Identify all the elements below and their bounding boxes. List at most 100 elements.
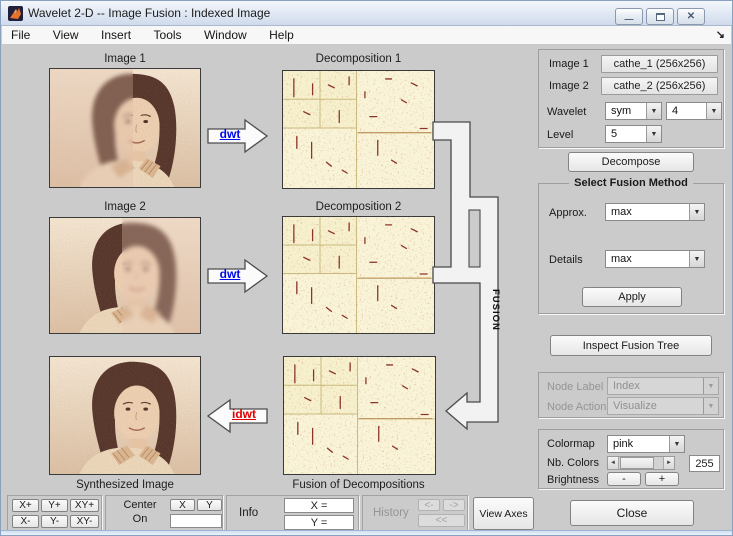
chevron-down-icon[interactable]: ▼ — [689, 204, 704, 220]
decomposition2-axes[interactable] — [282, 216, 435, 334]
chevron-down-icon[interactable]: ▼ — [646, 126, 661, 142]
brightness-label: Brightness — [547, 474, 599, 486]
zoom-y-plus-button[interactable]: Y+ — [41, 499, 68, 512]
fusion-caption: Fusion of Decompositions — [292, 479, 425, 491]
wavelet-family-select[interactable]: sym ▼ — [605, 102, 662, 120]
nb-colors-slider-thumb[interactable] — [620, 457, 654, 469]
fusion-bracket: FUSION — [432, 121, 501, 431]
settings-frame: Image 1 cathe_1 (256x256) Image 2 cathe_… — [538, 49, 724, 148]
decomposition1-axes[interactable] — [282, 70, 435, 189]
center-y-button[interactable]: Y — [197, 499, 222, 511]
image2-name-box[interactable]: cathe_2 (256x256) — [601, 77, 718, 95]
image2-caption: Image 2 — [104, 201, 146, 213]
zoom-xy-plus-button[interactable]: XY+ — [70, 499, 99, 512]
nb-colors-slider-track[interactable] — [619, 457, 663, 469]
info-label: Info — [239, 507, 259, 519]
nb-colors-input[interactable]: 255 — [689, 455, 720, 472]
menu-insert[interactable]: Insert — [92, 26, 140, 42]
chevron-down-icon[interactable]: ▼ — [669, 436, 684, 452]
colormap-select[interactable]: pink ▼ — [607, 435, 685, 453]
panel-image2-label: Image 2 — [549, 80, 589, 92]
brightness-plus-button[interactable]: + — [645, 472, 679, 486]
slider-left-icon[interactable]: ◄ — [608, 457, 619, 469]
history-back-button: <- — [418, 499, 440, 511]
dwt-arrow-2: dwt — [207, 258, 269, 294]
chevron-down-icon[interactable]: ▼ — [689, 251, 704, 267]
level-label: Level — [547, 129, 574, 141]
chevron-down-icon: ▼ — [703, 378, 718, 394]
center-on-input[interactable] — [170, 514, 222, 528]
chevron-down-icon[interactable]: ▼ — [706, 103, 721, 119]
node-frame: Node Label Index ▼ Node Action Visualize… — [538, 372, 724, 418]
node-label-select: Index ▼ — [607, 377, 719, 395]
node-action-select: Visualize ▼ — [607, 397, 719, 415]
window-title: Wavelet 2-D -- Image Fusion : Indexed Im… — [28, 6, 271, 20]
nb-colors-slider[interactable]: ◄ ► — [607, 456, 675, 470]
inspect-fusion-tree-button[interactable]: Inspect Fusion Tree — [550, 335, 712, 356]
idwt-label: idwt — [232, 407, 256, 421]
zoom-xy-minus-button[interactable]: XY- — [70, 515, 99, 528]
decomp2-caption: Decomposition 2 — [315, 201, 402, 213]
slider-right-icon[interactable]: ► — [663, 457, 674, 469]
apply-button[interactable]: Apply — [582, 287, 682, 307]
menu-help[interactable]: Help — [260, 26, 303, 42]
fusion-method-title: Select Fusion Method — [569, 177, 693, 189]
menu-window[interactable]: Window — [195, 26, 256, 42]
chevron-down-icon[interactable]: ▼ — [646, 103, 661, 119]
view-axes-button[interactable]: View Axes — [473, 497, 534, 530]
info-pane: Info X = Y = — [226, 495, 359, 531]
decomp1-caption: Decomposition 1 — [315, 53, 402, 65]
minimize-button[interactable]: — — [615, 8, 643, 25]
wavelet-number-select[interactable]: 4 ▼ — [666, 102, 722, 120]
fusion-decomp-axes[interactable] — [283, 356, 436, 475]
info-y-field: Y = — [284, 515, 354, 530]
center-x-button[interactable]: X — [170, 499, 195, 511]
image2-blur-region — [122, 218, 200, 333]
image1-name-box[interactable]: cathe_1 (256x256) — [601, 55, 718, 73]
zoom-pane: X+ Y+ XY+ X- Y- XY- — [7, 495, 102, 531]
center-label: Center — [123, 499, 157, 511]
history-rewind-button: << — [418, 514, 465, 527]
window-bottom-border — [1, 530, 732, 535]
colormap-frame: Colormap pink ▼ Nb. Colors ◄ ► 255 Brigh… — [538, 429, 724, 489]
synthesized-image-axes[interactable] — [49, 356, 201, 475]
node-action-label: Node Action — [547, 401, 607, 413]
fusion-method-frame: Select Fusion Method Approx. max ▼ Detai… — [538, 177, 724, 314]
brightness-minus-button[interactable]: - — [607, 472, 641, 486]
close-tool-button[interactable]: Close — [570, 500, 694, 526]
zoom-x-minus-button[interactable]: X- — [12, 515, 39, 528]
image2-axes[interactable] — [49, 217, 201, 334]
image1-axes[interactable] — [49, 68, 201, 188]
decompose-button[interactable]: Decompose — [568, 152, 694, 172]
info-x-field: X = — [284, 498, 354, 513]
synth-caption: Synthesized Image — [76, 479, 174, 491]
menu-file[interactable]: File — [2, 26, 39, 42]
history-forward-button: -> — [443, 499, 465, 511]
dwt-label-2: dwt — [219, 267, 241, 281]
title-bar[interactable]: Wavelet 2-D -- Image Fusion : Indexed Im… — [1, 1, 732, 26]
close-icon: ✕ — [686, 11, 696, 22]
approx-label: Approx. — [549, 207, 587, 219]
matlab-logo-icon — [8, 6, 23, 21]
details-label: Details — [549, 254, 583, 266]
zoom-y-minus-button[interactable]: Y- — [41, 515, 68, 528]
wavelet-label: Wavelet — [547, 106, 587, 118]
image1-blur-region — [50, 69, 133, 187]
history-pane: History <- -> << — [362, 495, 468, 531]
details-select[interactable]: max ▼ — [605, 250, 705, 268]
idwt-arrow: idwt — [206, 398, 268, 434]
zoom-x-plus-button[interactable]: X+ — [12, 499, 39, 512]
image1-caption: Image 1 — [104, 53, 146, 65]
menu-overflow-icon[interactable]: ↘ — [716, 28, 725, 41]
minimize-icon: — — [624, 13, 634, 24]
level-select[interactable]: 5 ▼ — [605, 125, 662, 143]
menu-tools[interactable]: Tools — [145, 26, 191, 42]
approx-select[interactable]: max ▼ — [605, 203, 705, 221]
center-on-pane: Center On X Y — [105, 495, 223, 531]
dwt-arrow-1: dwt — [207, 118, 269, 154]
maximize-icon — [655, 12, 665, 21]
maximize-button[interactable] — [646, 8, 674, 25]
menu-view[interactable]: View — [44, 26, 88, 42]
close-window-button[interactable]: ✕ — [677, 8, 705, 25]
dwt-label-1: dwt — [219, 127, 241, 141]
